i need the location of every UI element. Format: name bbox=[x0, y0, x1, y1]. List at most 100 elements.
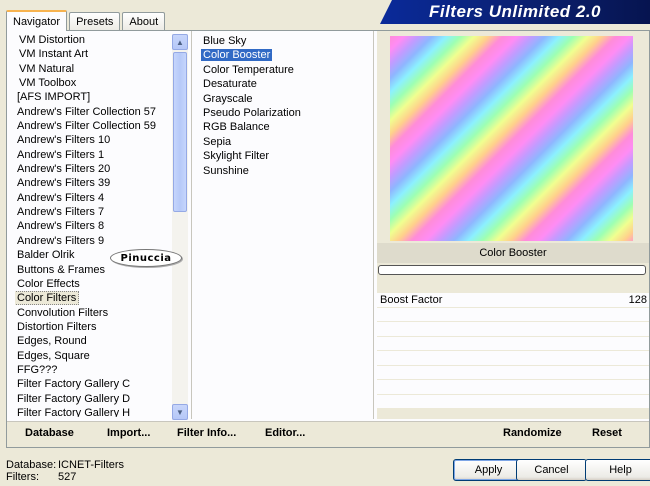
category-label: Filter Factory Gallery H bbox=[17, 406, 131, 417]
filter-item[interactable]: Skylight Filter bbox=[201, 149, 371, 163]
filter-item[interactable]: Grayscale bbox=[201, 92, 371, 106]
app-title-banner: Filters Unlimited 2.0 bbox=[380, 0, 650, 24]
category-item[interactable]: Andrew's Filters 7 bbox=[15, 205, 179, 219]
category-label: Andrew's Filters 39 bbox=[17, 177, 111, 190]
category-label: Andrew's Filter Collection 59 bbox=[17, 120, 157, 133]
category-item[interactable]: Andrew's Filters 4 bbox=[15, 191, 179, 205]
param-row-empty bbox=[377, 351, 649, 366]
category-item[interactable]: Edges, Square bbox=[15, 349, 179, 363]
filter-item[interactable]: Pseudo Polarization bbox=[201, 106, 371, 120]
filter-label: Color Booster bbox=[201, 49, 273, 62]
param-row[interactable]: Boost Factor 128 bbox=[377, 293, 649, 308]
category-item[interactable]: Andrew's Filter Collection 59 bbox=[15, 119, 179, 133]
category-item[interactable]: VM Natural bbox=[15, 62, 179, 76]
category-item[interactable]: Andrew's Filters 39 bbox=[15, 176, 179, 190]
category-label: VM Natural bbox=[19, 62, 75, 75]
filter-item[interactable]: Blue Sky bbox=[201, 34, 371, 48]
navigator-panel: VM Distortion VM Instant Art VM Natural VM … bbox=[6, 30, 650, 448]
param-row-empty bbox=[377, 336, 649, 351]
filter-item[interactable]: RGB Balance bbox=[201, 120, 371, 134]
divider bbox=[373, 31, 374, 419]
import-button[interactable]: Import... bbox=[107, 427, 150, 439]
category-item[interactable]: Andrew's Filters 20 bbox=[15, 162, 179, 176]
category-item[interactable]: FFG??? bbox=[15, 363, 179, 377]
filter-label: Desaturate bbox=[203, 78, 257, 91]
param-row-empty bbox=[377, 322, 649, 337]
category-item[interactable]: Andrew's Filters 9 bbox=[15, 234, 179, 248]
filter-item[interactable]: Color Booster bbox=[201, 48, 371, 62]
category-item[interactable]: VM Instant Art bbox=[15, 47, 179, 61]
category-label: Convolution Filters bbox=[17, 306, 109, 319]
category-label: FFG??? bbox=[17, 363, 58, 376]
scroll-down-button[interactable]: ▼ bbox=[172, 404, 188, 420]
randomize-button[interactable]: Randomize bbox=[503, 427, 562, 439]
filter-item[interactable]: Color Temperature bbox=[201, 63, 371, 77]
category-item[interactable]: Color Effects bbox=[15, 277, 179, 291]
category-label: Andrew's Filters 7 bbox=[17, 206, 105, 219]
category-item[interactable]: VM Toolbox bbox=[15, 76, 179, 90]
apply-button[interactable]: Apply bbox=[453, 459, 524, 481]
category-scrollbar[interactable]: ▲ ▼ bbox=[172, 34, 188, 420]
cancel-button[interactable]: Cancel bbox=[516, 459, 587, 481]
filter-label: Color Temperature bbox=[203, 63, 294, 76]
filter-label: Pseudo Polarization bbox=[203, 106, 301, 119]
filter-item[interactable]: Sepia bbox=[201, 135, 371, 149]
category-label: Filter Factory Gallery C bbox=[17, 378, 131, 391]
filter-label: Grayscale bbox=[203, 92, 253, 105]
category-item[interactable]: Filter Factory Gallery C bbox=[15, 377, 179, 391]
category-label: [AFS IMPORT] bbox=[17, 91, 91, 104]
category-item[interactable]: Andrew's Filters 8 bbox=[15, 219, 179, 233]
watermark-logo: Pinuccia bbox=[110, 249, 182, 267]
filter-label: RGB Balance bbox=[203, 121, 270, 134]
category-item[interactable]: VM Distortion bbox=[15, 33, 179, 47]
category-item[interactable]: Andrew's Filters 1 bbox=[15, 148, 179, 162]
category-item[interactable]: Distortion Filters bbox=[15, 320, 179, 334]
filters-count-label: Filters: bbox=[6, 471, 39, 483]
category-item[interactable]: Convolution Filters bbox=[15, 306, 179, 320]
help-button[interactable]: Help bbox=[585, 459, 650, 481]
category-item[interactable]: Andrew's Filter Collection 57 bbox=[15, 105, 179, 119]
category-label: Andrew's Filters 1 bbox=[17, 148, 105, 161]
category-item[interactable]: Edges, Round bbox=[15, 334, 179, 348]
category-label: Andrew's Filters 4 bbox=[17, 191, 105, 204]
progress-bar bbox=[378, 265, 646, 275]
scroll-up-button[interactable]: ▲ bbox=[172, 34, 188, 50]
category-label: Andrew's Filters 8 bbox=[17, 220, 105, 233]
category-label: Edges, Square bbox=[17, 349, 90, 362]
category-label: VM Instant Art bbox=[19, 48, 89, 61]
tab-presets[interactable]: Presets bbox=[69, 12, 121, 30]
scroll-thumb[interactable] bbox=[173, 52, 187, 212]
filter-label: Blue Sky bbox=[203, 35, 247, 47]
database-label: Database: bbox=[6, 459, 57, 471]
parameter-list: Boost Factor 128 bbox=[377, 293, 649, 409]
category-label: Edges, Round bbox=[17, 335, 87, 348]
divider bbox=[191, 31, 192, 419]
category-item[interactable]: Color Filters bbox=[15, 291, 179, 306]
category-item[interactable]: Filter Factory Gallery D bbox=[15, 392, 179, 406]
filters-count-value: 527 bbox=[58, 471, 77, 483]
tab-navigator[interactable]: Navigator bbox=[6, 10, 68, 31]
category-item[interactable]: Andrew's Filters 10 bbox=[15, 133, 179, 147]
database-button[interactable]: Database bbox=[25, 427, 74, 439]
navigator-toolbar: Database Import... Filter Info... Editor… bbox=[7, 421, 649, 447]
category-item[interactable]: [AFS IMPORT] bbox=[15, 90, 179, 104]
category-label: VM Distortion bbox=[19, 34, 86, 46]
category-label: Andrew's Filter Collection 57 bbox=[17, 105, 157, 118]
category-label: Balder Olrik bbox=[17, 249, 75, 262]
filter-info-button[interactable]: Filter Info... bbox=[177, 427, 236, 439]
param-row-empty bbox=[377, 394, 649, 409]
category-label: Distortion Filters bbox=[17, 320, 97, 333]
param-label: Boost Factor bbox=[380, 294, 443, 306]
category-item[interactable]: Filter Factory Gallery H bbox=[15, 406, 179, 417]
category-list[interactable]: VM Distortion VM Instant Art VM Natural VM … bbox=[15, 33, 179, 417]
reset-button[interactable]: Reset bbox=[592, 427, 622, 439]
tab-about[interactable]: About bbox=[122, 12, 166, 30]
param-row-empty bbox=[377, 380, 649, 395]
category-label: Andrew's Filters 9 bbox=[17, 234, 105, 247]
editor-button[interactable]: Editor... bbox=[265, 427, 305, 439]
filter-item[interactable]: Desaturate bbox=[201, 77, 371, 91]
app-title: Filters Unlimited 2.0 bbox=[428, 2, 602, 21]
filter-list[interactable]: Blue Sky Color Booster Color Temperature De… bbox=[201, 34, 371, 178]
watermark-text: Pinuccia bbox=[120, 252, 172, 264]
filter-item[interactable]: Sunshine bbox=[201, 164, 371, 178]
